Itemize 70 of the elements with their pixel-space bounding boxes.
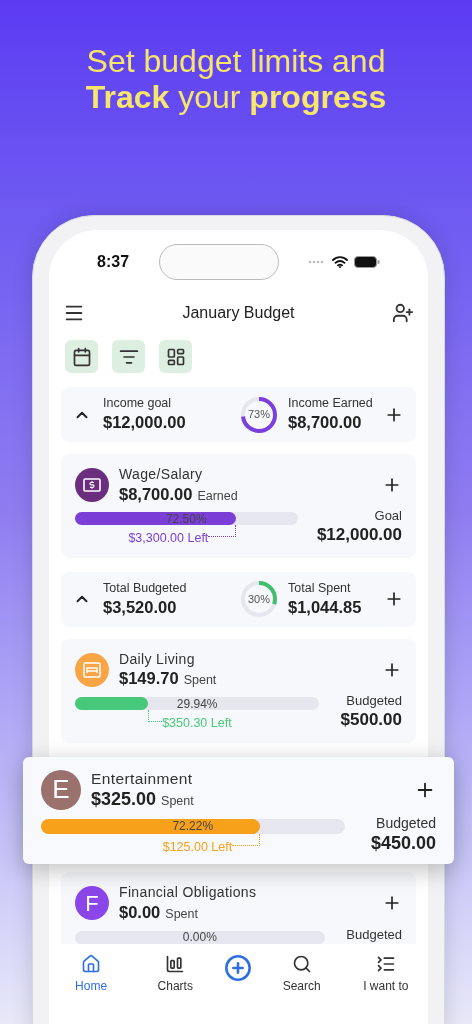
summary-value: $1,044.85	[288, 596, 363, 618]
progress-percent: 72.22%	[172, 820, 214, 833]
remaining-amount: $3,300.00 Left	[128, 530, 209, 548]
progress-percent: 0.00%	[182, 931, 217, 943]
toolbar-button[interactable]	[65, 340, 98, 373]
target-label: Goal	[374, 508, 402, 525]
nav-tab[interactable]: Search	[266, 953, 337, 995]
remaining-amount: $350.30 Left	[162, 715, 232, 732]
signal-icon	[308, 260, 326, 264]
calendar-icon	[71, 346, 92, 367]
target-amount: $450.00	[370, 832, 436, 855]
nav-tab[interactable]: Home	[56, 953, 127, 995]
category-name: Entertainment	[91, 768, 194, 789]
summary-value: $3,520.00	[103, 596, 178, 618]
category-card[interactable]: Daily Living $149.70 Spent 29.94% $350.30 Left Budgeted $500.00	[61, 638, 416, 743]
money-icon	[83, 478, 101, 493]
target-label: Budgeted	[346, 693, 402, 710]
summary-label: Income goal	[103, 396, 173, 412]
nav-tab[interactable]: Charts	[140, 953, 211, 995]
list-icon	[375, 953, 396, 974]
remaining-amount: $125.00 Left	[162, 838, 233, 856]
home-icon	[81, 953, 102, 974]
amount-label: Spent	[183, 673, 217, 689]
category-amount: $8,700.00	[119, 483, 193, 505]
wifi-icon	[332, 256, 348, 268]
toolbar-button[interactable]	[112, 340, 145, 373]
grid-icon	[165, 346, 186, 367]
battery-icon	[354, 256, 380, 268]
summary-label: Income Earned	[288, 396, 374, 412]
category-name: Wage/Salary	[119, 466, 204, 484]
toolbar-button[interactable]	[159, 340, 192, 373]
headline: Set budget limits and	[86, 44, 386, 80]
target-amount: $12,000.00	[316, 524, 402, 546]
avatar-letter: E	[52, 773, 70, 807]
amount-label: Spent	[161, 794, 194, 810]
category-amount: $0.00	[119, 901, 161, 923]
category-card[interactable]: F Financial Obligations $0.00 Spent 0.00% Budgeted	[61, 872, 416, 944]
summary-label: Total Spent	[288, 581, 352, 597]
nav-tab[interactable]: I want to	[350, 953, 421, 995]
add-icon	[224, 953, 253, 982]
bed-icon	[83, 661, 101, 678]
headline: Track your progress	[85, 79, 387, 116]
status-time: 8:37	[97, 252, 130, 272]
ring-percent: 30%	[248, 593, 270, 605]
amount-label: Spent	[165, 906, 198, 923]
add-user-icon[interactable]	[392, 302, 414, 324]
leader-line	[232, 833, 261, 846]
ring-percent: 73%	[248, 409, 270, 420]
amount-label: Earned	[197, 488, 238, 505]
category-name: Daily Living	[119, 650, 196, 669]
add-button[interactable]	[224, 953, 253, 982]
target-label: Budgeted	[346, 926, 402, 943]
raised-category-card[interactable]: E Entertainment $325.00 Spent 72.22% $125.00 Left Budgeted $450.00	[23, 756, 454, 865]
target-label: Budgeted	[376, 814, 436, 833]
avatar-letter: F	[85, 889, 99, 918]
bar-chart-icon	[165, 953, 186, 974]
leader-line	[208, 525, 237, 538]
search-icon	[291, 953, 312, 974]
summary-value: $8,700.00	[288, 412, 363, 433]
category-amount: $325.00	[91, 788, 157, 811]
summary-value: $12,000.00	[103, 412, 187, 433]
progress-percent: 29.94%	[176, 697, 218, 710]
leader-line	[148, 710, 163, 722]
progress-percent: 72.50%	[165, 512, 207, 525]
category-name: Financial Obligations	[119, 884, 258, 902]
target-amount: $500.00	[340, 709, 402, 731]
category-amount: $149.70	[119, 668, 179, 689]
page-title: January Budget	[182, 303, 295, 323]
summary-label: Total Budgeted	[103, 581, 188, 597]
category-card[interactable]: Wage/Salary $8,700.00 Earned 72.50% $3,300.00 Left Goal $12,000.00	[61, 454, 416, 558]
